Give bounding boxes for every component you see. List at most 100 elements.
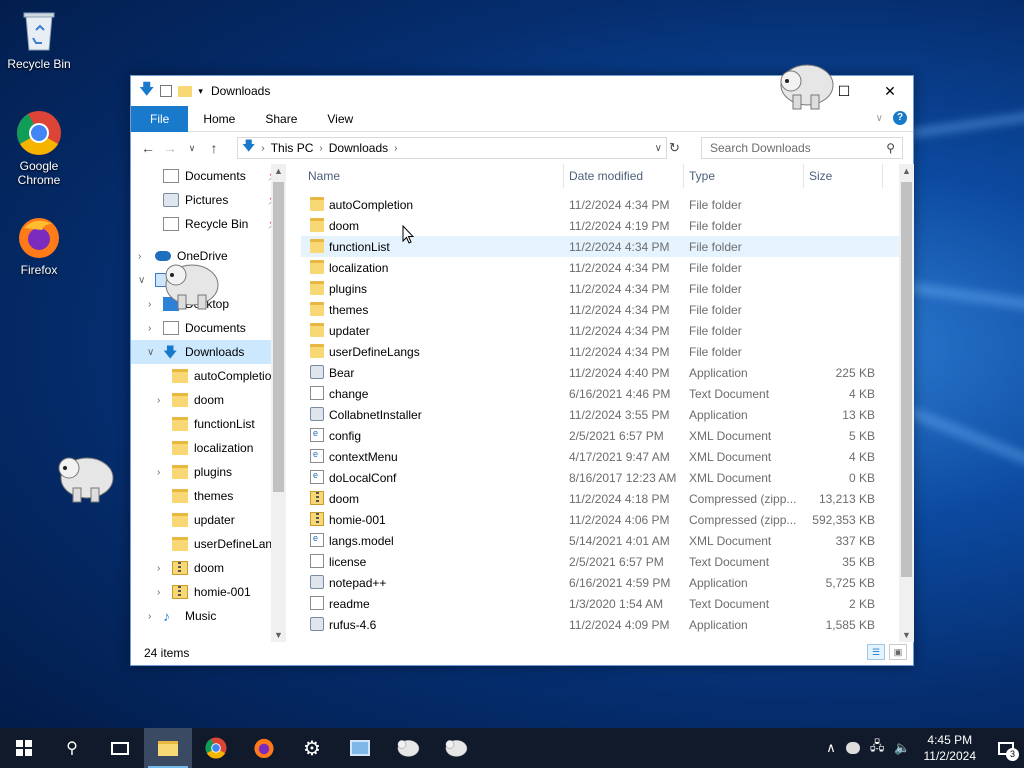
breadcrumb-downloads[interactable]: Downloads [329, 141, 388, 155]
file-row[interactable]: readme 1/3/2020 1:54 AM Text Document 2 KB [301, 593, 900, 614]
column-name[interactable]: Name [308, 169, 340, 183]
nav-item-doom[interactable]: › doom [131, 388, 286, 412]
action-center-button[interactable]: 3 [988, 728, 1024, 768]
expand-chevron-icon[interactable]: › [138, 251, 141, 262]
show-hidden-icons-icon[interactable]: ∧ [826, 740, 836, 756]
expand-ribbon-icon[interactable]: ∨ [876, 113, 883, 124]
folder-icon[interactable] [178, 85, 193, 97]
tab-home[interactable]: Home [188, 106, 250, 132]
nav-item-downloads[interactable]: ∨ 🡇 Downloads [131, 340, 286, 364]
taskbar-firefox[interactable] [240, 728, 288, 768]
up-arrow-icon[interactable]: ↑ [203, 140, 225, 156]
file-explorer-window[interactable]: 🡇 ▾ Downloads — ☐ ✕ File Home Share View… [130, 75, 914, 666]
large-icons-view-icon[interactable]: ▣ [889, 644, 907, 660]
file-row[interactable]: homie-001 11/2/2024 4:06 PM Compressed (zi… [301, 509, 900, 530]
address-dropdown-icon[interactable]: ∨ [655, 143, 662, 154]
down-arrow-icon[interactable]: 🡇 [139, 79, 154, 104]
scroll-down-arrow-icon[interactable]: ▼ [271, 630, 286, 640]
column-date-modified[interactable]: Date modified [569, 169, 643, 183]
file-row[interactable]: userDefineLangs 11/2/2024 4:34 PM File fol… [301, 341, 900, 362]
task-view-button[interactable] [96, 728, 144, 768]
nav-item-themes[interactable]: themes [131, 484, 286, 508]
address-bar[interactable]: 🡇 › This PC › Downloads › ∨ [237, 137, 667, 159]
file-row[interactable]: doom 11/2/2024 4:18 PM Compressed (zipp...… [301, 488, 900, 509]
back-arrow-icon[interactable]: ← [137, 140, 159, 156]
nav-item-localization[interactable]: localization [131, 436, 286, 460]
file-row[interactable]: autoCompletion 11/2/2024 4:34 PM File fold… [301, 194, 900, 215]
file-row[interactable]: CollabnetInstaller 11/2/2024 3:55 PM Appli… [301, 404, 900, 425]
file-row[interactable]: Bear 11/2/2024 4:40 PM Application 225 KB [301, 362, 900, 383]
network-icon[interactable]: 🖧 [870, 737, 885, 759]
tab-share[interactable]: Share [250, 106, 312, 132]
tab-file[interactable]: File [131, 105, 189, 132]
tab-view[interactable]: View [312, 106, 368, 132]
taskbar-chrome[interactable] [192, 728, 240, 768]
close-button[interactable]: ✕ [867, 76, 913, 106]
expand-chevron-icon[interactable]: › [157, 563, 160, 574]
forward-arrow-icon[interactable]: → [159, 140, 181, 156]
nav-pane-scrollbar[interactable]: ▲ ▼ [271, 164, 286, 642]
expand-chevron-icon[interactable]: › [148, 323, 151, 334]
file-row[interactable]: license 2/5/2021 6:57 PM Text Document 35 K… [301, 551, 900, 572]
volume-icon[interactable]: 🔈 [894, 740, 910, 756]
quick-access-dropdown-icon[interactable]: ▾ [198, 86, 203, 97]
bear-tray-icon[interactable] [845, 742, 860, 754]
expand-chevron-icon[interactable]: › [157, 395, 160, 406]
start-button[interactable] [0, 728, 48, 768]
collapse-chevron-icon[interactable]: ∨ [147, 347, 154, 358]
nav-item-updater[interactable]: updater [131, 508, 286, 532]
file-row[interactable]: localization 11/2/2024 4:34 PM File folder [301, 257, 900, 278]
nav-item-functionlist[interactable]: functionList [131, 412, 286, 436]
file-row[interactable]: doom 11/2/2024 4:19 PM File folder [301, 215, 900, 236]
scrollbar-thumb[interactable] [901, 182, 912, 577]
column-type[interactable]: Type [689, 169, 715, 183]
taskbar-app-window[interactable] [336, 728, 384, 768]
scroll-up-arrow-icon[interactable]: ▲ [271, 166, 286, 176]
collapse-chevron-icon[interactable]: ∨ [138, 275, 145, 286]
nav-item-autocompletion[interactable]: autoCompletion [131, 364, 286, 388]
file-row[interactable]: langs.model 5/14/2021 4:01 AM XML Document… [301, 530, 900, 551]
file-row[interactable]: config 2/5/2021 6:57 PM XML Document 5 KB [301, 425, 900, 446]
nav-item-music[interactable]: › ♪ Music [131, 604, 286, 628]
nav-item-documents-pinned[interactable]: Documents 📌 [131, 164, 286, 188]
desktop-icon-google-chrome[interactable]: Google Chrome [1, 110, 77, 187]
expand-chevron-icon[interactable]: › [148, 299, 151, 310]
taskbar-file-explorer[interactable] [144, 728, 192, 768]
file-row[interactable]: plugins 11/2/2024 4:34 PM File folder [301, 278, 900, 299]
nav-item-pictures[interactable]: Pictures 📌 [131, 188, 286, 212]
expand-chevron-icon[interactable]: › [148, 611, 151, 622]
search-input[interactable]: Search Downloads ⚲ [701, 137, 903, 159]
expand-chevron-icon[interactable]: › [157, 467, 160, 478]
desktop-icon-recycle-bin[interactable]: Recycle Bin [1, 8, 77, 71]
taskbar-bear-app-2[interactable] [432, 728, 480, 768]
file-row[interactable]: doLocalConf 8/16/2017 12:23 AM XML Documen… [301, 467, 900, 488]
search-icon[interactable]: ⚲ [886, 141, 895, 155]
scrollbar-thumb[interactable] [273, 182, 284, 492]
desktop-icon-firefox[interactable]: Firefox [1, 214, 77, 277]
recent-locations-icon[interactable]: ∨ [181, 143, 203, 154]
nav-item-documents[interactable]: › Documents [131, 316, 286, 340]
nav-item-homie-001[interactable]: › homie-001 [131, 580, 286, 604]
nav-item-doom-zip[interactable]: › doom [131, 556, 286, 580]
file-row[interactable]: themes 11/2/2024 4:34 PM File folder [301, 299, 900, 320]
taskbar-settings[interactable]: ⚙ [288, 728, 336, 768]
file-row[interactable]: notepad++ 6/16/2021 4:59 PM Application 5,7… [301, 572, 900, 593]
file-row[interactable]: contextMenu 4/17/2021 9:47 AM XML Document… [301, 446, 900, 467]
nav-item-recycle-bin[interactable]: Recycle Bin 📌 [131, 212, 286, 236]
help-icon[interactable]: ? [893, 111, 907, 125]
nav-item-userdefinelangs[interactable]: userDefineLangs [131, 532, 286, 556]
search-button[interactable]: ⚲ [48, 728, 96, 768]
scroll-up-arrow-icon[interactable]: ▲ [899, 166, 914, 176]
file-row[interactable]: functionList 11/2/2024 4:34 PM File folder [301, 236, 900, 257]
file-row[interactable]: change 6/16/2021 4:46 PM Text Document 4 KB [301, 383, 900, 404]
nav-item-plugins[interactable]: › plugins [131, 460, 286, 484]
file-list-scrollbar[interactable]: ▲ ▼ [899, 164, 914, 642]
scroll-down-arrow-icon[interactable]: ▼ [899, 630, 914, 640]
details-view-icon[interactable]: ☰ [867, 644, 885, 660]
refresh-icon[interactable]: ↻ [669, 140, 680, 156]
taskbar-bear-app-1[interactable] [384, 728, 432, 768]
clock[interactable]: 4:45 PM 11/2/2024 [924, 732, 977, 764]
breadcrumb-this-pc[interactable]: This PC [271, 141, 314, 155]
file-row[interactable]: updater 11/2/2024 4:34 PM File folder [301, 320, 900, 341]
expand-chevron-icon[interactable]: › [157, 587, 160, 598]
